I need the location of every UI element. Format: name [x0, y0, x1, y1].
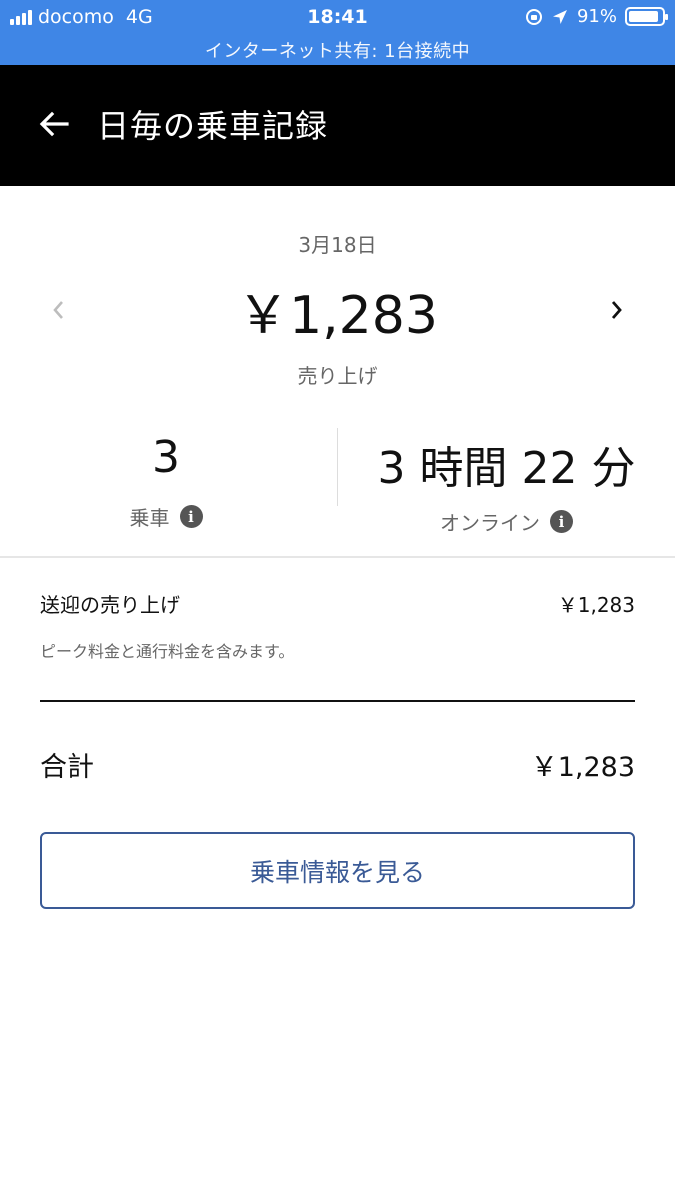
- online-label-row: オンライン i: [338, 507, 675, 536]
- battery-level: [629, 11, 659, 22]
- fare-line-item: 送迎の売り上げ ￥1,283: [40, 589, 635, 619]
- status-bar: docomo 4G 18:41 91% インターネット共有: 1台接続中: [0, 0, 675, 65]
- page-title: 日毎の乗車記録: [97, 107, 329, 145]
- arrow-left-icon: [39, 111, 69, 137]
- total-divider: [40, 700, 635, 702]
- chevron-right-icon: [611, 301, 622, 319]
- total-label: 合計: [40, 752, 94, 783]
- rides-label: 乗車: [129, 506, 170, 530]
- rides-label-row: 乗車 i: [0, 502, 337, 531]
- section-divider: [0, 556, 675, 558]
- total-value: ￥1,283: [530, 752, 635, 783]
- stats-row: 3 乗車 i 3 時間 22 分 オンライン i: [0, 420, 675, 555]
- online-duration: 3 時間 22 分: [377, 443, 636, 494]
- fare-note: ピーク料金と通行料金を含みます。: [40, 642, 295, 661]
- status-right: 91%: [525, 6, 668, 27]
- total-row: 合計 ￥1,283: [40, 745, 635, 783]
- earnings-label: 売り上げ: [297, 364, 378, 388]
- rides-stat: 3 乗車 i: [0, 420, 337, 555]
- hotspot-banner[interactable]: インターネット共有: 1台接続中: [0, 37, 675, 63]
- rides-info-icon[interactable]: i: [179, 505, 203, 528]
- back-button[interactable]: [32, 102, 76, 146]
- online-label: オンライン: [440, 511, 540, 535]
- fare-label: 送迎の売り上げ: [40, 593, 180, 617]
- battery-icon: [625, 7, 668, 26]
- battery-percent: 91%: [576, 6, 617, 27]
- rides-count: 3: [152, 432, 180, 483]
- online-info-icon[interactable]: i: [550, 510, 573, 533]
- online-stat: 3 時間 22 分 オンライン i: [338, 420, 675, 555]
- status-bar-row: docomo 4G 18:41 91%: [0, 0, 675, 36]
- orientation-lock-icon: [525, 8, 542, 25]
- location-icon: [552, 9, 567, 24]
- app-bar: 日毎の乗車記録: [0, 65, 675, 186]
- next-day-button[interactable]: [597, 290, 637, 330]
- fare-value: ￥1,283: [557, 593, 635, 617]
- view-trips-button[interactable]: 乗車情報を見る: [40, 832, 635, 909]
- earnings-amount: ￥1,283: [237, 286, 438, 346]
- date-label: 3月18日: [298, 233, 377, 257]
